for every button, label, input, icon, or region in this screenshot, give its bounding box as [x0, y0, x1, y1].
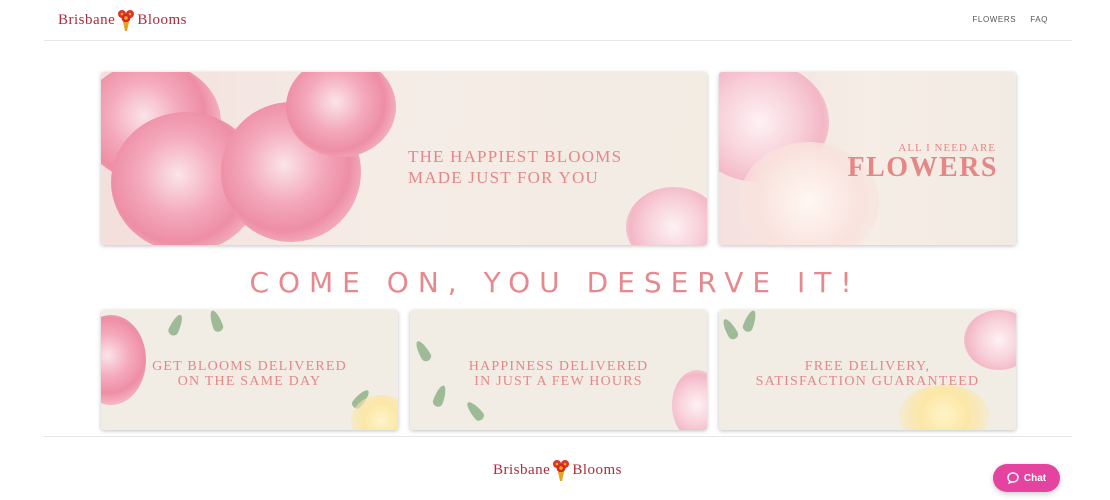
tagline: COME ON, YOU DESERVE IT!: [249, 266, 861, 299]
site-header: Brisbane Blooms FLOWERS FAQ: [44, 0, 1072, 41]
logo-text-brisbane: Brisbane: [58, 11, 116, 28]
side-banner-title: FLOWERS: [847, 152, 998, 183]
chat-button[interactable]: Chat: [993, 464, 1060, 492]
logo-text-brisbane: Brisbane: [493, 461, 551, 478]
side-banner[interactable]: ALL I NEED ARE FLOWERS: [719, 72, 1016, 245]
flower-decoration: [899, 385, 989, 430]
nav-flowers[interactable]: FLOWERS: [972, 15, 1016, 24]
feature-card-same-day[interactable]: GET BLOOMS DELIVERED ON THE SAME DAY: [101, 310, 398, 430]
leaf-decoration: [741, 310, 759, 334]
hero-banner[interactable]: THE HAPPIEST BLOOMS MADE JUST FOR YOU: [101, 72, 707, 245]
leaf-decoration: [166, 312, 186, 338]
carnation-image: [626, 187, 707, 245]
chat-label: Chat: [1023, 472, 1047, 484]
card-text: GET BLOOMS DELIVERED ON THE SAME DAY: [152, 359, 347, 389]
nav-faq[interactable]: FAQ: [1030, 15, 1048, 24]
card-text: FREE DELIVERY, SATISFACTION GUARANTEED: [755, 359, 980, 389]
logo-text-blooms: Blooms: [137, 11, 188, 28]
hero-headline: THE HAPPIEST BLOOMS MADE JUST FOR YOU: [408, 147, 623, 187]
footer-logo[interactable]: Brisbane Blooms: [493, 458, 622, 482]
leaf-decoration: [464, 399, 486, 423]
header-logo[interactable]: Brisbane Blooms: [58, 8, 187, 32]
logo-text-blooms: Blooms: [572, 461, 623, 478]
leaf-decoration: [720, 316, 740, 342]
bouquet-icon: [553, 460, 570, 481]
leaf-decoration: [207, 310, 225, 334]
card-text: HAPPINESS DELIVERED IN JUST A FEW HOURS: [468, 359, 649, 389]
chat-bubble-icon: [1007, 472, 1019, 484]
feature-card-free-delivery[interactable]: FREE DELIVERY, SATISFACTION GUARANTEED: [719, 310, 1016, 430]
footer-divider: [44, 436, 1072, 437]
main-nav: FLOWERS FAQ: [972, 15, 1048, 24]
feature-card-few-hours[interactable]: HAPPINESS DELIVERED IN JUST A FEW HOURS: [410, 310, 707, 430]
bouquet-icon: [118, 10, 135, 31]
